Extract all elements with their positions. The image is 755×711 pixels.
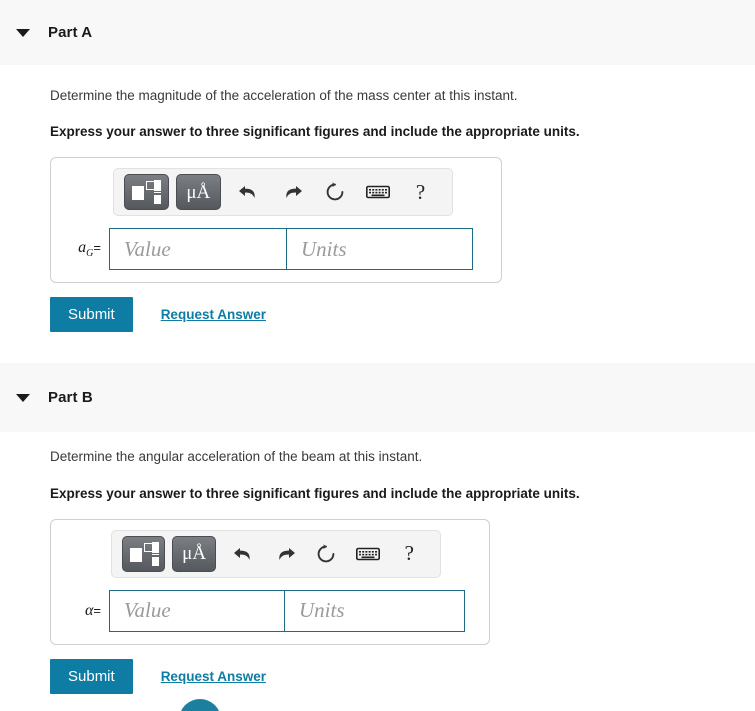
part-a-title: Part A <box>48 24 93 41</box>
part-b-value-input[interactable]: Value <box>109 589 285 632</box>
part-a-answer-card: μÅ ? aG= Value Units <box>50 157 502 284</box>
loading-indicator-bubble <box>179 699 221 711</box>
part-b-input-row: α= Value Units <box>63 589 477 632</box>
part-a-equals-sign: = <box>93 240 101 256</box>
redo-icon[interactable] <box>264 536 305 572</box>
part-a-header[interactable]: Part A <box>0 0 755 65</box>
undo-icon[interactable] <box>228 174 271 210</box>
math-template-button[interactable] <box>124 174 169 211</box>
part-b-variable-label: α= <box>63 602 109 620</box>
part-a-body: Determine the magnitude of the accelerat… <box>0 65 755 333</box>
part-b-actions: Submit Request Answer <box>50 658 755 694</box>
part-b-header[interactable]: Part B <box>0 363 755 433</box>
part-b-question: Determine the angular acceleration of th… <box>50 449 423 465</box>
part-a-input-row: aG= Value Units <box>63 228 489 271</box>
keyboard-icon[interactable] <box>356 174 399 210</box>
keyboard-icon[interactable] <box>347 536 388 572</box>
part-b-math-toolbar: μÅ ? <box>111 529 441 578</box>
part-a-variable-symbol: a <box>78 239 87 257</box>
part-b-units-input[interactable]: Units <box>285 589 465 632</box>
part-a-actions: Submit Request Answer <box>50 297 755 333</box>
part-b-request-answer-link[interactable]: Request Answer <box>161 669 266 684</box>
part-a-variable-label: aG= <box>63 239 109 259</box>
math-template-icon <box>129 541 159 566</box>
undo-icon[interactable] <box>223 536 264 572</box>
part-a-collapse-chevron-down-icon[interactable] <box>16 28 30 37</box>
reset-icon[interactable] <box>306 536 347 572</box>
part-b-title: Part B <box>48 389 93 407</box>
units-button[interactable]: μÅ <box>172 535 216 572</box>
reset-icon[interactable] <box>313 174 356 210</box>
units-button[interactable]: μÅ <box>175 174 221 211</box>
help-icon[interactable]: ? <box>389 536 430 572</box>
part-b-body: Determine the angular acceleration of th… <box>0 432 755 694</box>
part-a-value-input[interactable]: Value <box>109 228 287 271</box>
part-a-question: Determine the magnitude of the accelerat… <box>50 88 518 103</box>
math-template-icon <box>132 180 162 205</box>
problem-page: Part A Determine the magnitude of the ac… <box>0 0 755 711</box>
part-a-instruction: Express your answer to three significant… <box>50 124 580 140</box>
part-a-units-input[interactable]: Units <box>287 228 473 271</box>
part-b-instruction: Express your answer to three significant… <box>50 485 580 501</box>
part-b-collapse-chevron-down-icon[interactable] <box>16 393 30 402</box>
redo-icon[interactable] <box>271 174 314 210</box>
part-a-math-toolbar: μÅ ? <box>113 168 453 217</box>
part-b-equals-sign: = <box>93 602 101 618</box>
micro-angstrom-icon: μÅ <box>186 181 211 203</box>
part-b-answer-card: μÅ ? α= Value Units <box>50 518 490 645</box>
help-icon[interactable]: ? <box>399 174 442 210</box>
part-b-submit-button[interactable]: Submit <box>50 658 133 694</box>
math-template-button[interactable] <box>122 535 166 572</box>
micro-angstrom-icon: μÅ <box>182 543 207 565</box>
part-a-submit-button[interactable]: Submit <box>50 297 133 333</box>
part-a-request-answer-link[interactable]: Request Answer <box>161 307 266 322</box>
